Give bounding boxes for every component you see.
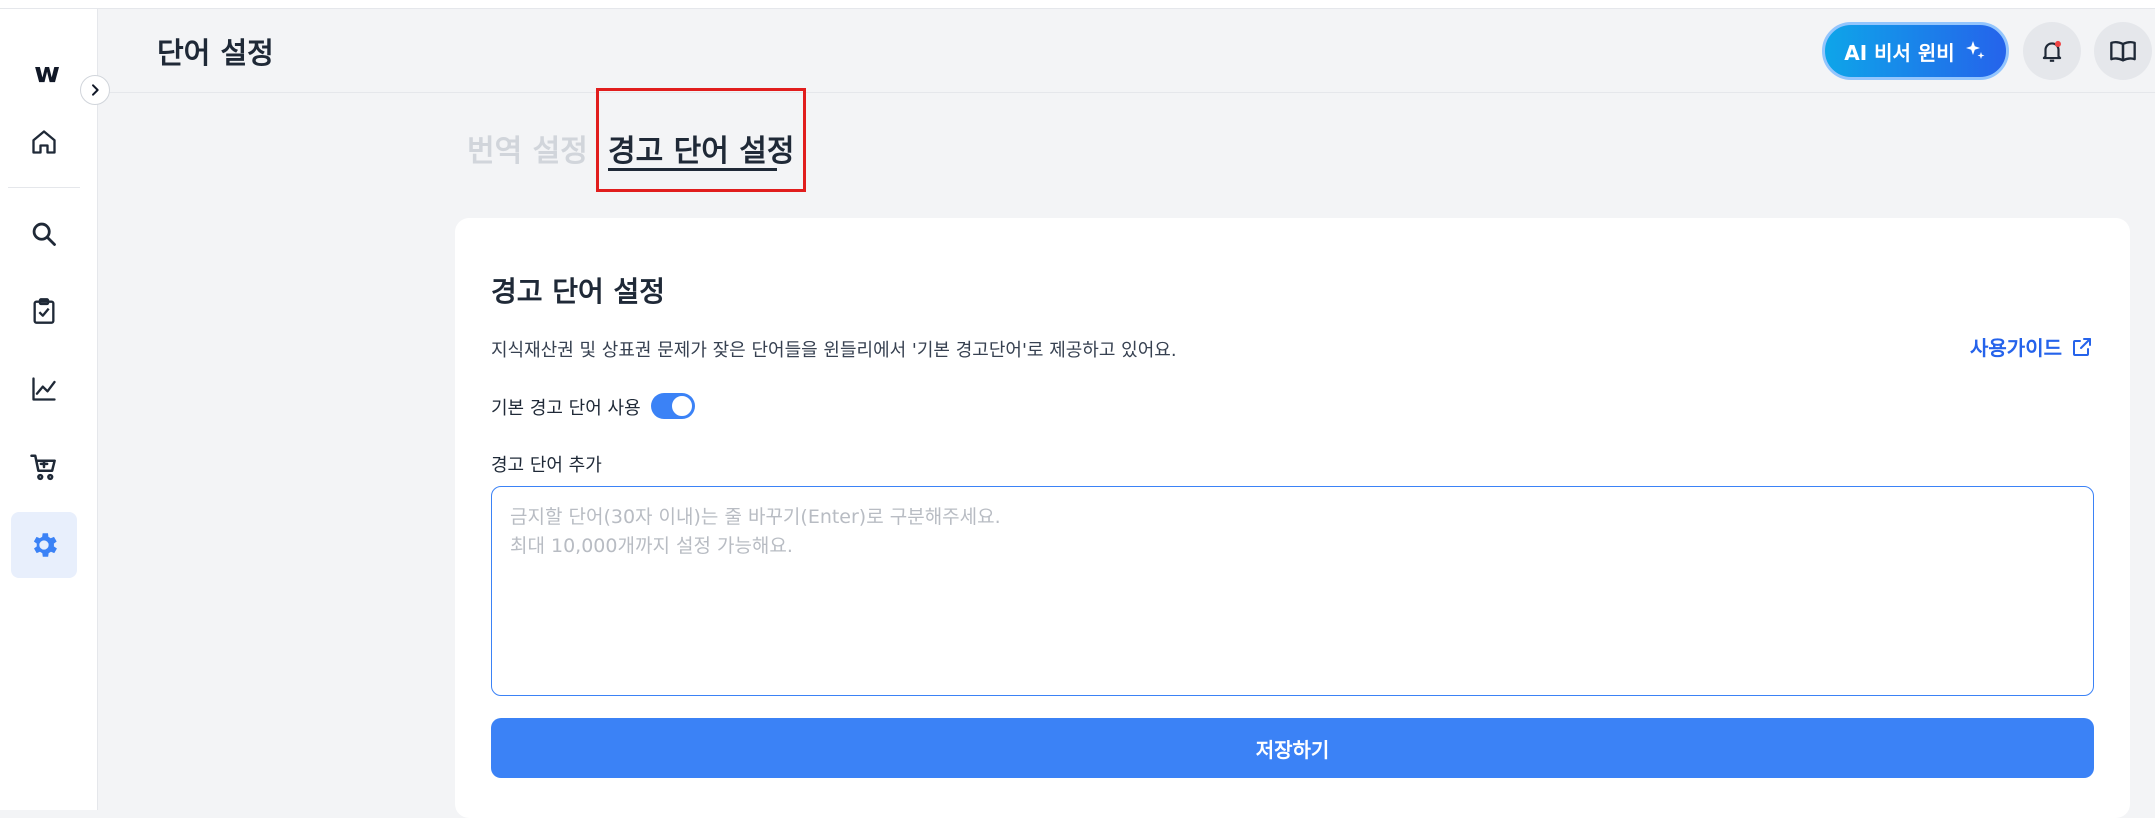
sidebar-divider xyxy=(8,187,80,188)
search-icon xyxy=(32,222,56,246)
chart-line-icon xyxy=(32,377,56,401)
default-warning-toggle-label: 기본 경고 단어 사용 xyxy=(491,398,641,419)
sparkle-icon xyxy=(1965,41,1985,59)
sidebar-item-analytics[interactable] xyxy=(11,356,77,422)
sidebar: w xyxy=(0,9,98,810)
toggle-knob xyxy=(671,395,693,417)
clipboard-check-icon xyxy=(33,298,55,324)
gear-icon xyxy=(33,533,57,557)
bell-icon xyxy=(2042,40,2062,62)
tab-translation-settings[interactable]: 번역 설정 xyxy=(467,126,588,170)
external-link-icon xyxy=(2073,337,2091,356)
user-guide-link[interactable]: 사용가이드 xyxy=(1970,332,2094,361)
cart-icon xyxy=(30,454,56,481)
sidebar-item-tasks[interactable] xyxy=(11,278,77,344)
highlight-box xyxy=(596,88,806,192)
save-button[interactable]: 저장하기 xyxy=(491,718,2094,778)
card-description: 지식재산권 및 상표권 문제가 잦은 단어들을 윈들리에서 '기본 경고단어'로… xyxy=(491,340,1177,361)
warning-word-card: 경고 단어 설정 지식재산권 및 상표권 문제가 잦은 단어들을 윈들리에서 '… xyxy=(455,218,2130,818)
sidebar-item-settings[interactable] xyxy=(11,512,77,578)
sidebar-item-search[interactable] xyxy=(11,201,77,267)
page-title: 단어 설정 xyxy=(157,36,274,70)
guide-book-button[interactable] xyxy=(2094,22,2152,80)
home-icon xyxy=(32,130,56,154)
default-warning-toggle[interactable] xyxy=(651,393,695,419)
ai-assistant-button[interactable]: AI 비서 윈비 xyxy=(1822,22,2009,80)
book-icon xyxy=(2110,40,2136,62)
user-guide-label: 사용가이드 xyxy=(1970,336,2062,360)
sidebar-item-shop[interactable] xyxy=(11,434,77,500)
top-edge xyxy=(0,0,2155,9)
sidebar-expand-button[interactable] xyxy=(80,75,110,105)
add-warning-word-label: 경고 단어 추가 xyxy=(491,455,602,476)
sidebar-item-home[interactable] xyxy=(11,109,77,175)
ai-assistant-label: AI 비서 윈비 xyxy=(1844,40,1955,65)
notification-button[interactable] xyxy=(2023,22,2081,80)
card-title: 경고 단어 설정 xyxy=(491,275,666,308)
warning-word-input[interactable] xyxy=(491,486,2094,696)
chevron-right-icon xyxy=(92,84,99,96)
header-divider xyxy=(98,92,2155,93)
logo[interactable]: w xyxy=(26,53,66,93)
